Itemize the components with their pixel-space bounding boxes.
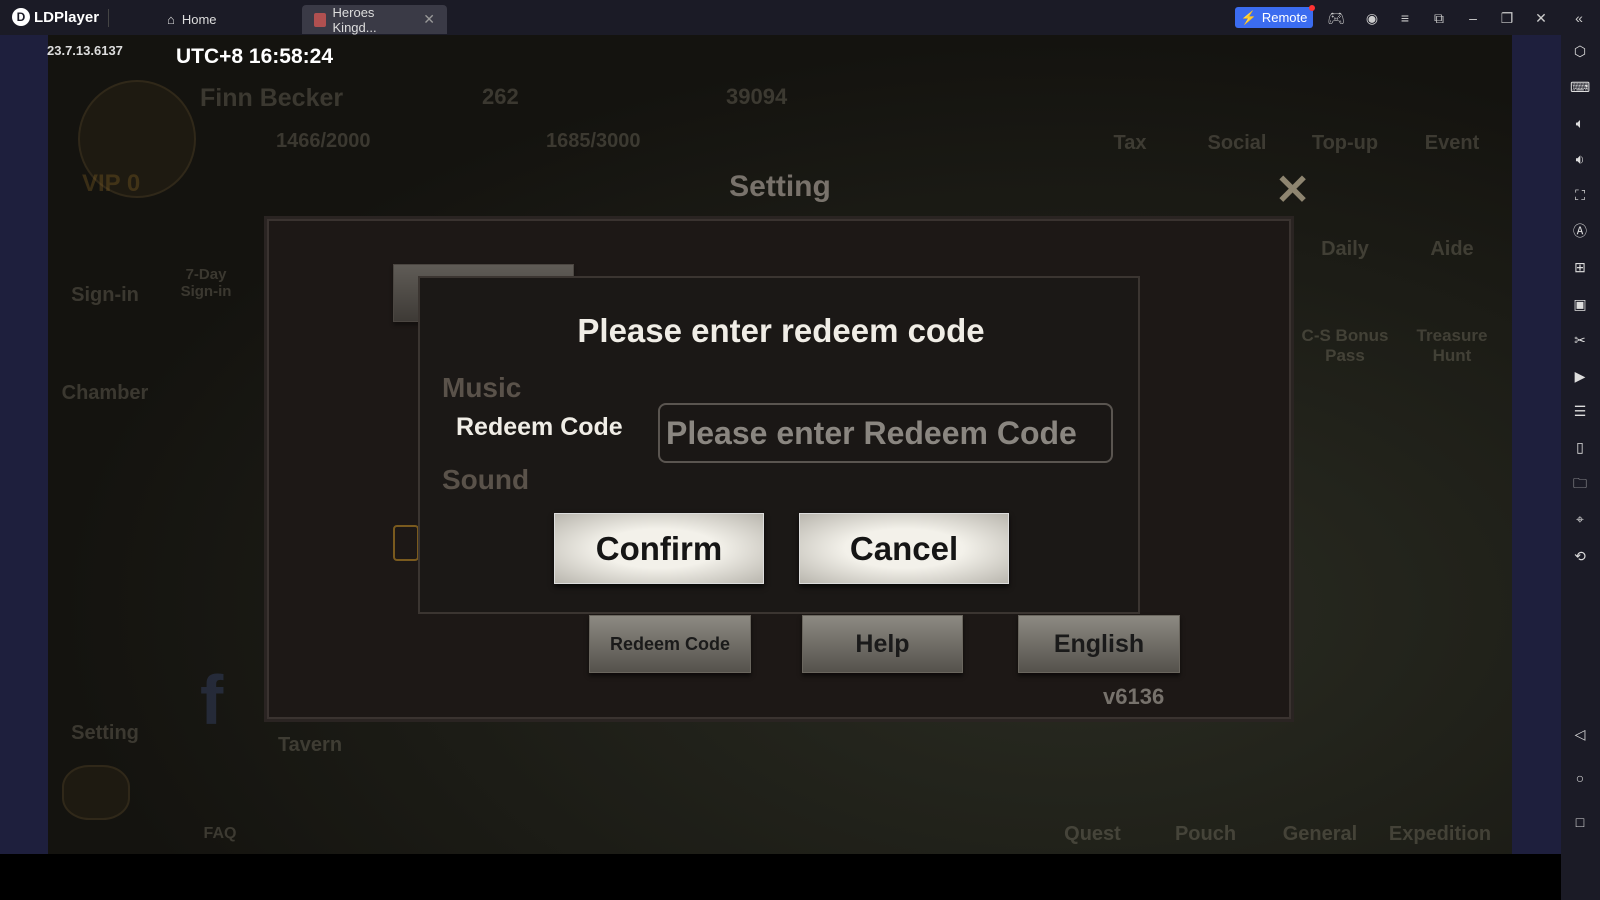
menu-social[interactable]: Social <box>1192 132 1282 155</box>
menu-general[interactable]: General <box>1270 823 1370 846</box>
vip-level: VIP 0 <box>82 170 141 197</box>
restore-icon[interactable]: ❐ <box>1498 9 1516 27</box>
menu-quest[interactable]: Quest <box>1045 823 1140 846</box>
build-version: 23.7.13.6137 <box>47 43 123 58</box>
menu-setting[interactable]: Setting <box>60 722 150 745</box>
gold-count: 262 <box>482 84 519 109</box>
divider <box>108 9 109 27</box>
menu-chamber[interactable]: Chamber <box>55 382 155 405</box>
setting-title: Setting <box>729 170 831 203</box>
minimize-icon[interactable]: – <box>1464 9 1482 27</box>
ldplayer-logo: D LDPlayer <box>12 8 99 26</box>
volume-down-icon[interactable]: 🔉︎ <box>1570 149 1590 169</box>
fullscreen-icon[interactable]: ⛶ <box>1570 185 1590 205</box>
menu-faq[interactable]: FAQ <box>180 825 260 843</box>
remote-button[interactable]: ⚡ Remote <box>1235 5 1315 28</box>
menu-pouch[interactable]: Pouch <box>1158 823 1253 846</box>
home-icon: ⌂ <box>167 12 175 27</box>
menu-icon[interactable]: ≡ <box>1396 9 1414 27</box>
apk-install-icon[interactable]: ▣ <box>1570 294 1590 314</box>
account-icon[interactable]: ◉ <box>1363 9 1381 27</box>
menu-daily[interactable]: Daily <box>1300 238 1390 261</box>
title-bar <box>0 0 1600 35</box>
menu-bonus-pass[interactable]: C-S Bonus Pass <box>1290 326 1400 366</box>
stamina-value: 1466/2000 <box>276 130 371 152</box>
sync-icon[interactable]: ☰ <box>1570 401 1590 421</box>
menu-aide[interactable]: Aide <box>1407 238 1497 261</box>
volume-up-icon[interactable]: 🔈︎ <box>1570 113 1590 133</box>
server-clock: UTC+8 16:58:24 <box>176 45 333 68</box>
auto-rotate-icon[interactable]: Ⓐ <box>1570 221 1590 241</box>
menu-tavern[interactable]: Tavern <box>265 734 355 757</box>
close-icon[interactable]: ✕ <box>1532 9 1550 27</box>
help-button[interactable]: Help <box>802 615 963 673</box>
rotate-icon[interactable]: ⟲ <box>1570 546 1590 566</box>
confirm-button[interactable]: Confirm <box>554 513 764 584</box>
menu-top-up[interactable]: Top-up <box>1300 132 1390 155</box>
close-tab-icon[interactable]: ✕ <box>423 11 435 28</box>
left-letterbox <box>0 35 48 854</box>
silver-count: 39094 <box>726 84 788 109</box>
cancel-button[interactable]: Cancel <box>799 513 1009 584</box>
right-letterbox <box>1512 35 1561 854</box>
tab-label: Heroes Kingd... <box>332 4 377 35</box>
game-version: v6136 <box>1103 684 1165 709</box>
menu-event[interactable]: Event <box>1407 132 1497 155</box>
tab-label: Home <box>181 12 217 27</box>
menu-7day-sign-in[interactable]: 7-Day Sign-in <box>166 266 246 300</box>
resize-icon[interactable]: ⧉ <box>1430 9 1448 27</box>
home-nav-icon[interactable]: ○ <box>1570 768 1590 788</box>
location-icon[interactable]: ⌖ <box>1570 509 1590 529</box>
facebook-icon[interactable]: f <box>200 660 223 740</box>
redeem-dialog: Please enter redeem code Redeem Code Con… <box>418 276 1140 614</box>
notification-dot <box>1309 5 1315 11</box>
tab-game[interactable]: Heroes Kingd... ✕ <box>302 4 447 35</box>
menu-sign-in[interactable]: Sign-in <box>60 284 150 307</box>
dialog-title: Please enter redeem code <box>577 312 985 349</box>
close-setting-icon[interactable]: ✕ <box>1275 165 1310 214</box>
menu-tax[interactable]: Tax <box>1085 132 1175 155</box>
remote-label: Remote <box>1261 10 1308 25</box>
settings-hex-icon[interactable]: ⬡ <box>1570 41 1590 61</box>
keyboard-icon[interactable]: ⌨ <box>1570 77 1590 97</box>
menu-expedition[interactable]: Expedition <box>1375 823 1505 846</box>
player-name: Finn Becker <box>200 84 344 112</box>
folder-icon[interactable]: 🗀 <box>1570 473 1590 493</box>
recents-icon[interactable]: □ <box>1570 812 1590 832</box>
redeem-code-button[interactable]: Redeem Code <box>589 615 751 673</box>
checkbox[interactable] <box>393 525 419 561</box>
gamepad-icon[interactable]: 🎮︎ <box>1327 9 1345 27</box>
back-icon[interactable]: ◁ <box>1570 724 1590 744</box>
tab-home[interactable]: ⌂ Home <box>155 5 229 34</box>
app-name: LDPlayer <box>34 8 100 26</box>
language-button[interactable]: English <box>1018 615 1180 673</box>
lightning-icon: ⚡ <box>1240 9 1257 25</box>
redeem-code-input[interactable] <box>658 403 1113 463</box>
game-icon <box>314 12 326 27</box>
redeem-code-label: Redeem Code <box>456 413 623 441</box>
scissors-icon[interactable]: ✂ <box>1570 330 1590 350</box>
collapse-sidebar-icon[interactable]: « <box>1570 9 1588 27</box>
record-icon[interactable]: ▶ <box>1570 366 1590 386</box>
health-value: 1685/3000 <box>546 130 641 152</box>
add-window-icon[interactable]: ⊞ <box>1570 257 1590 277</box>
menu-treasure-hunt[interactable]: Treasure Hunt <box>1397 326 1507 366</box>
chat-icon[interactable] <box>62 765 130 820</box>
shake-icon[interactable]: ▯ <box>1570 437 1590 457</box>
